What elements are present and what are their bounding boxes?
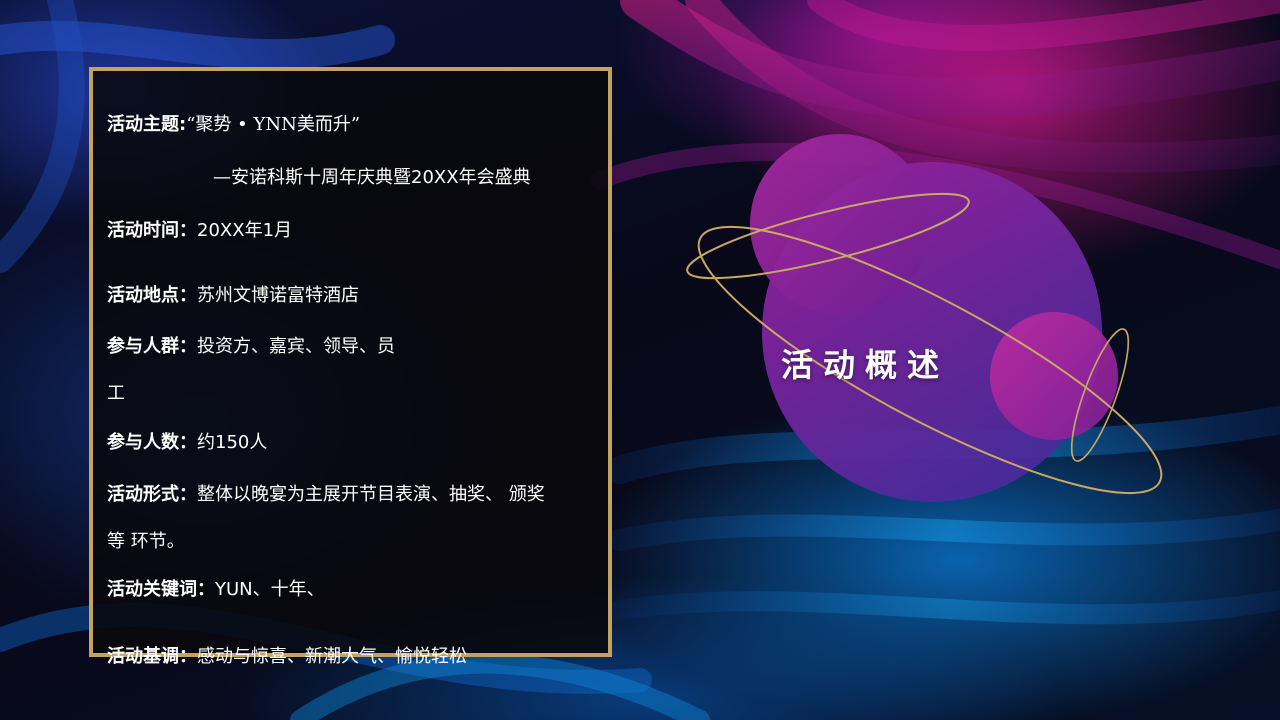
planet-illustration: [686, 134, 1163, 502]
planet-moon: [990, 312, 1118, 440]
slide-background: 活动主题:“聚势 • YNN美而升” —安诺科斯十周年庆典暨20XX年会盛典 活…: [0, 0, 1280, 720]
section-title: 活动概述: [781, 346, 950, 384]
planet-small: [750, 134, 930, 314]
